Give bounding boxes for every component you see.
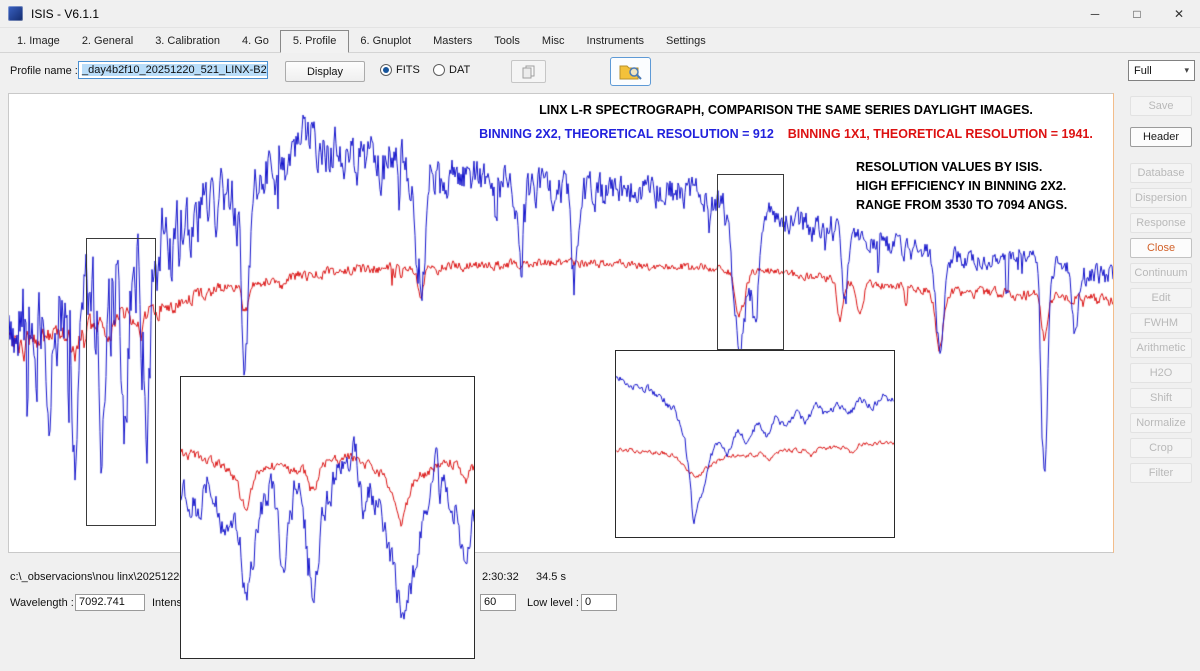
- sidebar-button-edit: Edit: [1130, 288, 1192, 308]
- display-button[interactable]: Display: [285, 61, 365, 82]
- exposure-time: 34.5 s: [536, 571, 566, 583]
- tab-misc[interactable]: Misc: [531, 31, 576, 52]
- spectrum-chart: LINX L-R SPECTROGRAPH, COMPARISON THE SA…: [8, 93, 1114, 553]
- chart-title: LINX L-R SPECTROGRAPH, COMPARISON THE SA…: [421, 103, 1151, 117]
- zoom-inset-1-canvas: [181, 377, 474, 658]
- toolbar: Profile name : _day4b2f10_20251220_521_L…: [0, 56, 1200, 92]
- sidebar-button-normalize: Normalize: [1130, 413, 1192, 433]
- tab-strip: 1. Image2. General3. Calibration4. Go5. …: [0, 30, 1200, 53]
- resolution-note-line1: RESOLUTION VALUES BY ISIS.: [856, 158, 1067, 177]
- resolution-note-line3: RANGE FROM 3530 TO 7094 ANGS.: [856, 196, 1067, 215]
- wavelength-label: Wavelength :: [10, 597, 74, 609]
- resolution-note-line2: HIGH EFFICIENCY IN BINNING 2X2.: [856, 177, 1067, 196]
- tab-5-profile[interactable]: 5. Profile: [280, 30, 349, 53]
- dat-radio-label: DAT: [449, 64, 470, 76]
- tab-instruments[interactable]: Instruments: [576, 31, 655, 52]
- fits-radio-dot-icon: [380, 64, 392, 76]
- window-title: ISIS - V6.1.1: [31, 7, 99, 21]
- sidebar-button-database: Database: [1130, 163, 1192, 183]
- high-level-input[interactable]: 60: [480, 594, 516, 611]
- copy-icon: [522, 65, 536, 79]
- sidebar-button-save: Save: [1130, 96, 1192, 116]
- binning-labels: BINNING 2X2, THEORETICAL RESOLUTION = 91…: [421, 127, 1151, 141]
- dat-radio[interactable]: DAT: [433, 64, 470, 76]
- tab-1-image[interactable]: 1. Image: [6, 31, 71, 52]
- minimize-button[interactable]: ─: [1074, 0, 1116, 28]
- fits-radio-label: FITS: [396, 64, 420, 76]
- sidebar-button-h2o: H2O: [1130, 363, 1192, 383]
- zoom-region-2: [717, 174, 784, 350]
- sidebar-button-filter: Filter: [1130, 463, 1192, 483]
- zoom-inset-1: [180, 376, 475, 659]
- zoom-inset-2-canvas: [616, 351, 894, 537]
- browse-profile-button[interactable]: [610, 57, 651, 86]
- dat-radio-dot-icon: [433, 64, 445, 76]
- copy-button[interactable]: [511, 60, 546, 83]
- zoom-inset-2: [615, 350, 895, 538]
- low-level-input[interactable]: 0: [581, 594, 617, 611]
- tab-6-gnuplot[interactable]: 6. Gnuplot: [349, 31, 422, 52]
- status-time: 2:30:32: [482, 571, 519, 583]
- sidebar-button-fwhm: FWHM: [1130, 313, 1192, 333]
- binning-2x2-label: BINNING 2X2, THEORETICAL RESOLUTION = 91…: [479, 127, 774, 141]
- sidebar-button-continuum: Continuum: [1130, 263, 1192, 283]
- binning-1x1-label: BINNING 1X1, THEORETICAL RESOLUTION = 19…: [788, 127, 1093, 141]
- sidebar-button-dispersion: Dispersion: [1130, 188, 1192, 208]
- profile-name-input[interactable]: _day4b2f10_20251220_521_LINX-B2-10: [78, 61, 268, 79]
- resolution-note: RESOLUTION VALUES BY ISIS. HIGH EFFICIEN…: [856, 158, 1067, 215]
- fits-radio[interactable]: FITS: [380, 64, 420, 76]
- sidebar-button-shift: Shift: [1130, 388, 1192, 408]
- zoom-region-1: [86, 238, 156, 526]
- wavelength-input[interactable]: 7092.741: [75, 594, 145, 611]
- tab-3-calibration[interactable]: 3. Calibration: [144, 31, 231, 52]
- folder-search-icon: [619, 62, 643, 82]
- profile-name-value: _day4b2f10_20251220_521_LINX-B2-10: [82, 64, 268, 76]
- tab-settings[interactable]: Settings: [655, 31, 717, 52]
- sidebar-button-close[interactable]: Close: [1130, 238, 1192, 258]
- low-level-label: Low level :: [527, 597, 579, 609]
- sidebar-button-crop: Crop: [1130, 438, 1192, 458]
- tab-4-go[interactable]: 4. Go: [231, 31, 280, 52]
- sidebar-button-response: Response: [1130, 213, 1192, 233]
- tab-2-general[interactable]: 2. General: [71, 31, 144, 52]
- tab-masters[interactable]: Masters: [422, 31, 483, 52]
- app-icon: [8, 6, 23, 21]
- title-bar: ISIS - V6.1.1 ─ □ ✕: [0, 0, 1200, 28]
- profile-name-label: Profile name :: [10, 65, 78, 77]
- tab-tools[interactable]: Tools: [483, 31, 531, 52]
- sidebar-button-header[interactable]: Header: [1130, 127, 1192, 147]
- sidebar-button-arithmetic: Arithmetic: [1130, 338, 1192, 358]
